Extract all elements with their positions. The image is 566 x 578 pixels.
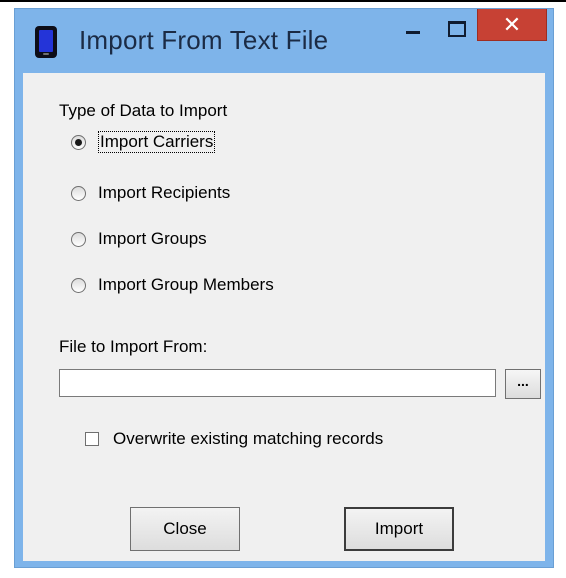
radio-circle[interactable]	[71, 277, 86, 293]
radio-import-carriers[interactable]: Import Carriers	[71, 131, 216, 153]
maximize-icon	[448, 21, 466, 37]
radio-label: Import Recipients	[98, 183, 231, 202]
browse-button[interactable]: ...	[505, 369, 541, 399]
radio-import-group-members[interactable]: Import Group Members	[71, 275, 274, 295]
overwrite-checkbox[interactable]: Overwrite existing matching records	[85, 429, 383, 449]
close-button[interactable]: Close	[130, 507, 240, 551]
minimize-icon	[406, 31, 420, 34]
radio-label: Import Groups	[98, 229, 207, 248]
radio-circle[interactable]	[71, 134, 86, 150]
close-icon: ✕	[502, 12, 522, 37]
import-type-label: Type of Data to Import	[59, 101, 228, 120]
radio-circle[interactable]	[71, 231, 86, 247]
close-window-button[interactable]: ✕	[477, 9, 547, 41]
radio-import-recipients[interactable]: Import Recipients	[71, 183, 230, 203]
maximize-button[interactable]	[435, 9, 477, 49]
window-title: Import From Text File	[79, 25, 329, 55]
dialog-client-area: Type of Data to Import Import Carriers I…	[23, 73, 545, 561]
radio-circle[interactable]	[71, 185, 86, 201]
mobile-phone-icon	[35, 26, 57, 58]
radio-selected-dot	[75, 138, 82, 146]
file-path-input[interactable]	[59, 369, 496, 397]
top-border	[0, 0, 566, 2]
file-to-import-label: File to Import From:	[59, 337, 208, 356]
radio-import-groups[interactable]: Import Groups	[71, 229, 207, 249]
overwrite-label: Overwrite existing matching records	[113, 429, 384, 448]
title-bar[interactable]: Import From Text File ✕	[15, 9, 553, 73]
radio-label: Import Group Members	[98, 275, 274, 294]
checkbox-box[interactable]	[85, 432, 99, 446]
radio-label: Import Carriers	[98, 131, 216, 153]
dialog-window: Import From Text File ✕ Type of Data to …	[14, 8, 554, 568]
minimize-button[interactable]	[395, 9, 431, 49]
import-button[interactable]: Import	[344, 507, 454, 551]
